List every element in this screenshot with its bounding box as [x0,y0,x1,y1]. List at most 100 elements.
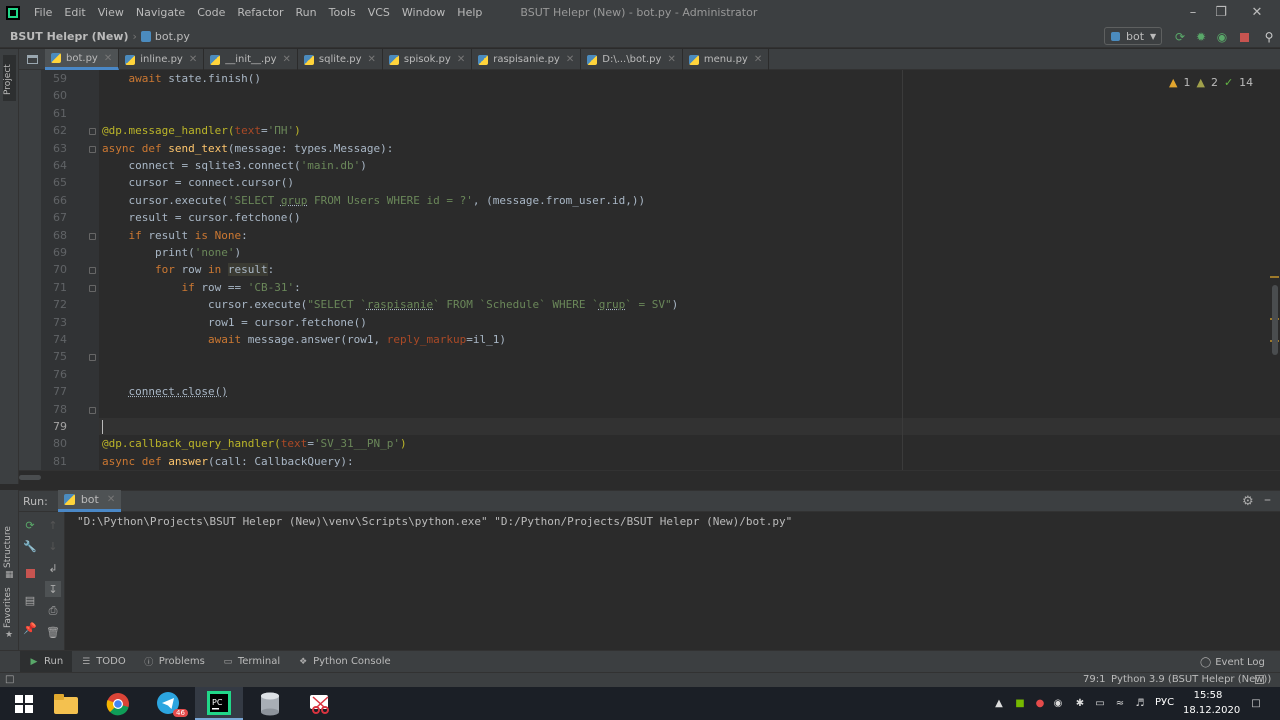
breadcrumb-project[interactable]: BSUT Helepr (New) [10,30,128,43]
structure-tool-label[interactable]: Structure [3,526,13,568]
line-number[interactable]: 61 [41,105,99,122]
debug-bug-icon[interactable]: ✹ [1194,30,1208,44]
keyboard-language[interactable]: РУС [1155,697,1174,708]
menu-vcs[interactable]: VCS [362,0,396,25]
inspection-widget[interactable]: ▲ 1 ▲ 2 ✓ 14 [1169,76,1253,89]
bluetooth-icon[interactable]: ✱ [1074,697,1086,709]
menu-view[interactable]: View [92,0,130,25]
notification-center-icon[interactable]: □ [1248,697,1264,709]
fold-marker-icon[interactable] [89,128,96,136]
tab-init-py[interactable]: __init__.py ✕ [204,49,298,70]
line-number[interactable]: 64 [41,157,99,174]
favorites-tool-label[interactable]: Favorites [3,587,13,628]
line-number[interactable]: 68 [41,227,99,244]
rerun-icon[interactable]: ⟳ [1173,30,1187,44]
run-tab-bot[interactable]: bot ✕ [57,490,122,512]
line-number[interactable]: 59 [41,70,99,87]
line-number[interactable]: 63 [41,140,99,157]
cursor-position[interactable]: 79:1 [1083,673,1105,687]
trash-icon[interactable]: 🗑 [45,624,61,640]
lock-icon[interactable] [1255,675,1264,684]
tab-sqlite-py[interactable]: sqlite.py ✕ [298,49,383,70]
close-icon[interactable]: ✕ [104,53,112,64]
toggle-tool-windows-icon[interactable]: □ [5,674,14,685]
tab-menu-py[interactable]: menu.py ✕ [683,49,770,70]
steam-icon[interactable]: ◉ [1052,697,1064,709]
restore-window-button[interactable]: ❐ [1204,0,1238,25]
taskbar-snipping-tool[interactable] [297,687,345,720]
event-log-tab[interactable]: ◯ Event Log [1200,651,1265,673]
tray-overflow-icon[interactable]: ▲ [993,697,1005,709]
fold-marker-icon[interactable] [89,232,96,240]
code-editor[interactable]: 59 60 61 62 63 64 65 66 67 68 69 70 71 72 73 74 75 76 77 78… [19,70,1280,470]
taskbar-telegram[interactable]: 46 [145,687,193,720]
stop-icon[interactable] [1237,30,1251,44]
line-number[interactable]: 65 [41,174,99,191]
menu-code[interactable]: Code [191,0,231,25]
close-icon[interactable]: ✕ [754,54,762,65]
close-icon[interactable]: ✕ [189,54,197,65]
warning-stripe[interactable] [1270,276,1279,278]
menu-run[interactable]: Run [290,0,323,25]
taskbar-chrome[interactable] [94,687,142,720]
taskbar-pycharm[interactable]: PC [195,687,243,720]
run-with-coverage-icon[interactable]: ◉ [1215,30,1229,44]
menu-refactor[interactable]: Refactor [231,0,289,25]
menu-window[interactable]: Window [396,0,451,25]
tab-other-bot-py[interactable]: D:\...\bot.py ✕ [581,49,683,70]
close-icon[interactable]: ✕ [283,54,291,65]
tab-spisok-py[interactable]: spisok.py ✕ [383,49,473,70]
line-number[interactable]: 81 [41,453,99,470]
clock-date[interactable]: 18.12.2020 [1183,705,1240,716]
project-view-icon[interactable] [19,49,45,70]
fold-marker-icon[interactable] [89,354,96,362]
tab-bot-py[interactable]: bot.py ✕ [45,49,120,70]
fold-marker-icon[interactable] [89,284,96,292]
gear-icon[interactable]: ⚙ [1242,494,1254,509]
up-arrow-icon[interactable]: ↑ [45,517,61,533]
breadcrumb-file[interactable]: bot.py [155,30,190,43]
line-number[interactable]: 79 [41,418,99,435]
line-number[interactable]: 62 [41,122,99,139]
line-number[interactable]: 69 [41,244,99,261]
line-number[interactable]: 70 [41,261,99,278]
line-number[interactable]: 60 [41,87,99,104]
tool-tab-python-console[interactable]: ❖ Python Console [289,651,400,673]
run-console[interactable] [19,512,1280,650]
line-number[interactable]: 66 [41,192,99,209]
line-number[interactable]: 76 [41,366,99,383]
taskbar-explorer[interactable] [42,687,90,720]
stop-icon[interactable] [22,565,38,581]
tray-app-icon[interactable]: ● [1034,697,1046,709]
pin-icon[interactable]: 📌 [22,620,38,636]
line-number[interactable]: 77 [41,383,99,400]
python-interpreter[interactable]: Python 3.9 (BSUT Helepr (New)) [1111,673,1271,687]
rerun-icon[interactable]: ⟳ [22,517,38,533]
search-everywhere-icon[interactable]: ⚲ [1262,30,1276,44]
soft-wrap-icon[interactable]: ↲ [45,560,61,576]
tool-tab-run[interactable]: ▶ Run [20,650,73,673]
close-icon[interactable]: ✕ [457,54,465,65]
close-icon[interactable]: ✕ [566,54,574,65]
menu-file[interactable]: File [28,0,58,25]
line-number[interactable]: 75 [41,348,99,365]
start-button[interactable] [0,687,48,720]
nvidia-icon[interactable]: ■ [1014,697,1026,709]
line-number[interactable]: 78 [41,401,99,418]
scroll-to-end-icon[interactable]: ↧ [45,581,61,597]
wifi-icon[interactable]: ≈ [1114,697,1126,709]
layout-icon[interactable]: ▤ [22,592,38,608]
fold-marker-icon[interactable] [89,145,96,153]
run-configuration-select[interactable]: bot ▼ [1104,27,1162,45]
tab-inline-py[interactable]: inline.py ✕ [119,49,205,70]
line-number[interactable]: 73 [41,314,99,331]
close-window-button[interactable]: ✕ [1240,0,1274,25]
battery-icon[interactable]: ▭ [1094,697,1106,709]
close-icon[interactable]: ✕ [667,54,675,65]
print-icon[interactable]: ⎙ [45,603,61,619]
editor-scrollbar[interactable] [1272,285,1278,355]
tool-tab-problems[interactable]: ⓘ Problems [135,651,214,673]
fold-marker-icon[interactable] [89,267,96,275]
menu-edit[interactable]: Edit [58,0,91,25]
down-arrow-icon[interactable]: ↓ [45,538,61,554]
